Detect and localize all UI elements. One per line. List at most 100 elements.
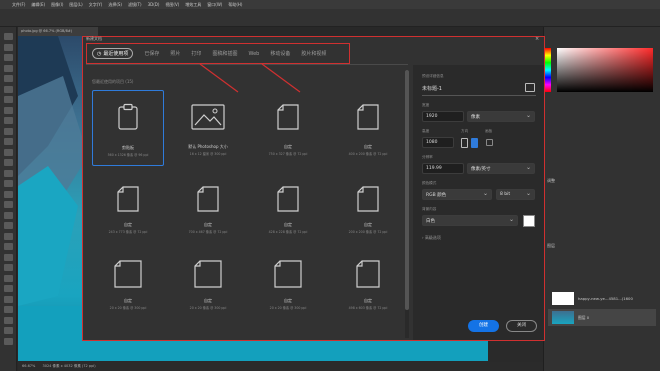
width-unit-select[interactable]: 像素 bbox=[467, 111, 535, 122]
landscape-icon[interactable] bbox=[471, 138, 478, 148]
tab-film-video[interactable]: 胶片和视频 bbox=[301, 50, 326, 57]
tool-icon[interactable] bbox=[4, 253, 13, 261]
tab-photo[interactable]: 照片 bbox=[170, 50, 180, 57]
preset-item-custom[interactable]: 自定 200 x 200 像素 @ 72 ppi bbox=[332, 174, 404, 250]
tool-icon[interactable] bbox=[4, 222, 13, 229]
tool-icon[interactable] bbox=[4, 211, 13, 219]
menu-item[interactable]: 3D(D) bbox=[148, 2, 160, 7]
tool-icon[interactable] bbox=[4, 180, 13, 187]
menu-item[interactable]: 图像(I) bbox=[51, 2, 63, 8]
background-select[interactable]: 白色 bbox=[422, 215, 518, 226]
tool-icon[interactable] bbox=[4, 96, 13, 103]
preset-item-default-photoshop[interactable]: 默认 Photoshop 大小 16 x 12 厘米 @ 300 ppi bbox=[172, 90, 244, 166]
tool-icon[interactable] bbox=[4, 85, 13, 93]
preset-name: 自定 bbox=[284, 144, 292, 149]
tool-icon[interactable] bbox=[4, 337, 13, 345]
tab-art-illustration[interactable]: 图稿和插图 bbox=[212, 50, 237, 57]
menu-item[interactable]: 增效工具 bbox=[185, 2, 201, 8]
tab-mobile[interactable]: 移动设备 bbox=[270, 50, 290, 57]
tool-icon[interactable] bbox=[4, 285, 13, 292]
preset-item-custom[interactable]: 自定 428 x 228 像素 @ 72 ppi bbox=[252, 174, 324, 250]
tab-label: 最近使用项 bbox=[103, 51, 129, 57]
tab-print[interactable]: 打印 bbox=[191, 50, 201, 57]
tool-icon[interactable] bbox=[4, 243, 13, 250]
resolution-unit-select[interactable]: 像素/英寸 bbox=[467, 163, 535, 174]
tab-saved[interactable]: 已保存 bbox=[144, 50, 159, 57]
tab-web[interactable]: Web bbox=[248, 51, 259, 57]
document-icon bbox=[117, 186, 139, 212]
preset-name-field[interactable]: 未标题-1 bbox=[422, 85, 442, 92]
bit-depth-select[interactable]: 8 bit bbox=[496, 189, 535, 200]
tool-icon[interactable] bbox=[4, 64, 13, 72]
menu-item[interactable]: 选择(S) bbox=[108, 2, 122, 8]
preset-item-custom[interactable]: 自定 700 x 467 像素 @ 72 ppi bbox=[172, 174, 244, 250]
tool-icon[interactable] bbox=[4, 316, 13, 324]
tool-icon[interactable] bbox=[4, 232, 13, 240]
menu-item[interactable]: 图层(L) bbox=[69, 2, 82, 8]
artboard-label: 画板 bbox=[485, 129, 493, 133]
create-button[interactable]: 创建 bbox=[468, 320, 499, 332]
preset-item-custom[interactable]: 自定 20 x 20 像素 @ 300 ppi bbox=[172, 256, 244, 332]
dialog-close-icon[interactable]: × bbox=[535, 36, 539, 42]
hue-slider[interactable] bbox=[545, 48, 551, 92]
tool-icon[interactable] bbox=[4, 43, 13, 51]
menu-item[interactable]: 文件(F) bbox=[12, 2, 25, 8]
tool-icon[interactable] bbox=[4, 201, 13, 208]
tool-icon[interactable] bbox=[4, 75, 13, 82]
menu-item[interactable]: 视图(V) bbox=[165, 2, 179, 8]
width-input[interactable]: 1920 bbox=[422, 111, 464, 122]
width-label: 宽度 bbox=[422, 103, 430, 107]
grid-scrollbar-thumb[interactable] bbox=[405, 70, 409, 310]
height-input[interactable]: 1080 bbox=[422, 137, 454, 148]
tool-icon[interactable] bbox=[4, 327, 13, 334]
dialog-title: 新建文档 bbox=[86, 36, 102, 41]
preset-name: 自定 bbox=[204, 298, 212, 303]
tool-icon[interactable] bbox=[4, 33, 13, 40]
document-icon bbox=[357, 104, 379, 130]
layer-item-happy-new-year[interactable]: happy-new-ye...4581...(1600 bbox=[548, 290, 656, 307]
menu-item[interactable]: 编辑(E) bbox=[31, 2, 45, 8]
tool-icon[interactable] bbox=[4, 264, 13, 271]
tool-icon[interactable] bbox=[4, 106, 13, 114]
tool-icon[interactable] bbox=[4, 117, 13, 124]
preset-item-custom[interactable]: 自定 20 x 20 像素 @ 300 ppi bbox=[252, 256, 324, 332]
preset-item-custom[interactable]: 自定 243 x 773 像素 @ 72 ppi bbox=[92, 174, 164, 250]
portrait-icon[interactable] bbox=[461, 138, 468, 148]
details-section-label: 预设详细信息 bbox=[422, 74, 444, 78]
tool-icon[interactable] bbox=[4, 138, 13, 145]
preset-item-custom[interactable]: 自定 750 x 327 像素 @ 72 ppi bbox=[252, 90, 324, 166]
tool-icon[interactable] bbox=[4, 159, 13, 166]
menu-item[interactable]: 滤镜(T) bbox=[128, 2, 142, 8]
document-tab[interactable]: photo.jpg @ 66.7% (RGB/8#) bbox=[18, 27, 98, 36]
preset-item-custom[interactable]: 自定 498 x 603 像素 @ 72 ppi bbox=[332, 256, 404, 332]
tool-icon[interactable] bbox=[4, 306, 13, 313]
tool-icon[interactable] bbox=[4, 169, 13, 177]
preset-item-custom[interactable]: 自定 20 x 20 像素 @ 300 ppi bbox=[92, 256, 164, 332]
advanced-options-toggle[interactable]: › 高级选项 bbox=[422, 235, 441, 241]
resolution-input[interactable]: 119.99 bbox=[422, 163, 464, 174]
layer-item-layer0[interactable]: 图层 0 bbox=[548, 309, 656, 326]
tool-icon[interactable] bbox=[4, 274, 13, 282]
preset-size: 243 x 773 像素 @ 72 ppi bbox=[108, 230, 148, 234]
menu-item[interactable]: 帮助(H) bbox=[228, 2, 242, 8]
tool-icon[interactable] bbox=[4, 190, 13, 198]
zoom-level: 66.67% bbox=[22, 364, 36, 368]
preset-name: 默认 Photoshop 大小 bbox=[188, 144, 228, 149]
tool-icon[interactable] bbox=[4, 148, 13, 156]
preset-item-clipboard[interactable]: 剪贴板 560 x 1326 像素 @ 96 ppi bbox=[92, 90, 164, 166]
color-picker-field[interactable] bbox=[557, 48, 653, 92]
preset-item-custom[interactable]: 自定 400 x 200 像素 @ 72 ppi bbox=[332, 90, 404, 166]
artboard-checkbox[interactable] bbox=[486, 139, 493, 146]
color-mode-select[interactable]: RGB 颜色 bbox=[422, 189, 492, 200]
background-color-swatch[interactable] bbox=[523, 215, 535, 227]
close-button[interactable]: 关闭 bbox=[506, 320, 537, 332]
tool-icon[interactable] bbox=[4, 54, 13, 61]
menu-item[interactable]: 窗口(W) bbox=[207, 2, 222, 8]
tool-icon[interactable] bbox=[4, 295, 13, 303]
tool-icon[interactable] bbox=[4, 127, 13, 135]
tab-recent[interactable]: ◷ 最近使用项 bbox=[92, 48, 134, 59]
menu-item[interactable]: 文字(Y) bbox=[89, 2, 103, 8]
preset-size: 20 x 20 像素 @ 300 ppi bbox=[269, 306, 307, 310]
layer-name: 图层 0 bbox=[578, 315, 590, 320]
save-preset-icon[interactable] bbox=[525, 83, 535, 92]
